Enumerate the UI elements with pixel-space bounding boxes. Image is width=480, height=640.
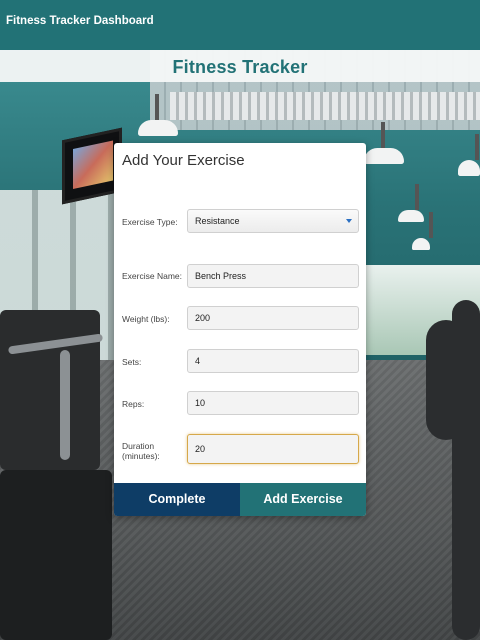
sets-value: 4 bbox=[195, 356, 201, 366]
add-exercise-card: Add Your Exercise Exercise Type: Resista… bbox=[114, 143, 366, 516]
reps-input[interactable]: 10 bbox=[187, 391, 359, 415]
exercise-name-label: Exercise Name: bbox=[122, 271, 182, 281]
background-ceiling-grid bbox=[170, 92, 480, 120]
background-lamp bbox=[138, 94, 178, 136]
window-title: Fitness Tracker Dashboard bbox=[6, 15, 154, 27]
duration-input[interactable]: 20 bbox=[187, 434, 359, 464]
exercise-type-select[interactable]: Resistance bbox=[187, 209, 359, 233]
background-treadmill-base bbox=[0, 470, 112, 640]
background-exercise-bike bbox=[452, 300, 480, 640]
background-lamp bbox=[458, 134, 480, 176]
reps-label: Reps: bbox=[122, 399, 145, 409]
reps-value: 10 bbox=[195, 398, 206, 408]
duration-value: 20 bbox=[195, 444, 206, 454]
complete-button[interactable]: Complete bbox=[114, 483, 240, 516]
weight-value: 200 bbox=[195, 313, 211, 323]
brand-bar: Fitness Tracker bbox=[0, 50, 480, 82]
card-heading: Add Your Exercise bbox=[122, 152, 245, 169]
exercise-type-value: Resistance bbox=[195, 216, 240, 226]
add-exercise-button[interactable]: Add Exercise bbox=[240, 483, 366, 516]
exercise-name-input[interactable]: Bench Press bbox=[187, 264, 359, 288]
sets-input[interactable]: 4 bbox=[187, 349, 359, 373]
weight-label: Weight (lbs): bbox=[122, 314, 170, 324]
background-treadmill-post bbox=[60, 350, 70, 460]
chevron-down-icon bbox=[346, 219, 352, 223]
exercise-name-value: Bench Press bbox=[195, 271, 247, 281]
exercise-type-label: Exercise Type: bbox=[122, 217, 178, 227]
background-lamp bbox=[412, 212, 433, 250]
weight-input[interactable]: 200 bbox=[187, 306, 359, 330]
background-lamp bbox=[398, 184, 424, 222]
background-lamp bbox=[364, 122, 404, 164]
top-bar: Fitness Tracker Dashboard bbox=[0, 0, 480, 50]
background-tv bbox=[62, 127, 122, 205]
sets-label: Sets: bbox=[122, 357, 142, 367]
page-title: Fitness Tracker bbox=[172, 57, 308, 77]
background-treadmill bbox=[0, 310, 100, 470]
duration-label: Duration (minutes): bbox=[122, 441, 160, 461]
